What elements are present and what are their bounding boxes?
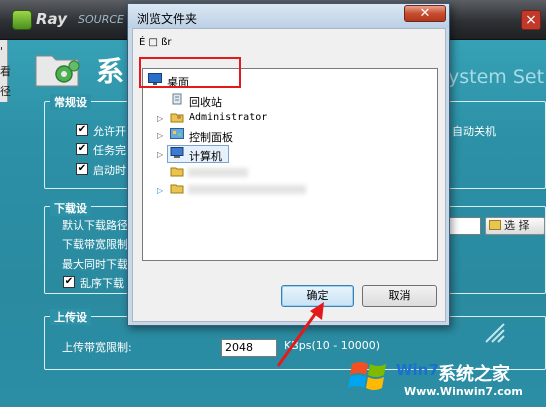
- tree-item-computer[interactable]: 计算机: [189, 148, 222, 164]
- computer-icon: [170, 147, 184, 158]
- general-checkbox-1[interactable]: ✔: [76, 124, 88, 136]
- general-option-3-label: 启动时: [93, 164, 126, 177]
- expand-arrow-icon[interactable]: ▷: [157, 186, 163, 195]
- cancel-button[interactable]: 取消: [362, 285, 437, 307]
- expand-arrow-icon[interactable]: ▷: [157, 150, 163, 159]
- settings-heading: 系: [96, 55, 125, 88]
- user-folder-icon: [170, 113, 184, 123]
- watermark-url: Www.Winwin7.com: [404, 385, 523, 398]
- auto-shutdown-label: 自动关机: [452, 125, 496, 138]
- expand-arrow-icon[interactable]: ▷: [157, 114, 163, 123]
- folder-tree[interactable]: [142, 68, 438, 261]
- settings-folder-icon: [35, 55, 80, 87]
- app-logo-icon: [12, 10, 32, 30]
- annotation-highlight-box: [139, 57, 241, 88]
- general-settings-title: 常规设: [50, 94, 91, 110]
- dialog-close-button[interactable]: ✕: [404, 5, 446, 22]
- general-checkbox-2[interactable]: ✔: [76, 143, 88, 155]
- general-option-1-label: 允许开: [93, 125, 126, 138]
- blurred-folder-name: [188, 168, 248, 177]
- download-settings-title: 下载设: [50, 200, 91, 216]
- download-path-label: 默认下载路径: [62, 219, 128, 232]
- upload-bandwidth-label: 上传带宽限制:: [62, 341, 132, 354]
- recycle-bin-icon: [172, 93, 182, 105]
- control-panel-icon: [170, 128, 184, 139]
- app-logo-text: Ray: [36, 10, 67, 28]
- watermark-brand: Win7: [396, 361, 439, 379]
- app-logo-subtext: SOURCE: [78, 13, 124, 26]
- settings-heading-english: ystem Set: [448, 66, 545, 88]
- dialog-title: 浏览文件夹: [137, 12, 198, 26]
- upload-bandwidth-input[interactable]: 2048: [221, 339, 277, 357]
- tree-item-recycle-bin[interactable]: 回收站: [189, 94, 222, 110]
- general-checkbox-3[interactable]: ✔: [76, 163, 88, 175]
- app-close-button[interactable]: ×: [521, 10, 541, 30]
- annotation-arrow-icon: [276, 302, 324, 367]
- download-path-input[interactable]: [449, 217, 481, 235]
- blurred-folder-name: [188, 185, 306, 194]
- tree-item-control-panel[interactable]: 控制面板: [189, 129, 233, 145]
- left-edge-text: ' 看 径: [0, 45, 11, 98]
- upload-settings-title: 上传设: [50, 309, 91, 325]
- random-order-label: 乱序下载: [80, 277, 124, 290]
- watermark-brand-cn: 系统之家: [438, 364, 510, 385]
- tree-item-administrator[interactable]: Administrator: [189, 112, 267, 123]
- max-concurrent-label: 最大同时下载: [62, 258, 128, 271]
- general-option-2-label: 任务完: [93, 144, 126, 157]
- random-order-checkbox[interactable]: ✔: [63, 276, 75, 288]
- folder-icon: [489, 220, 501, 230]
- resize-grip-icon: [485, 323, 505, 343]
- folder-icon: [170, 167, 184, 177]
- dialog-description: É □ ßr: [139, 37, 172, 48]
- windows-logo-icon: [348, 362, 386, 390]
- expand-arrow-icon[interactable]: ▷: [157, 131, 163, 140]
- download-bandwidth-label: 下载带宽限制: [62, 238, 128, 251]
- folder-icon: [170, 184, 184, 194]
